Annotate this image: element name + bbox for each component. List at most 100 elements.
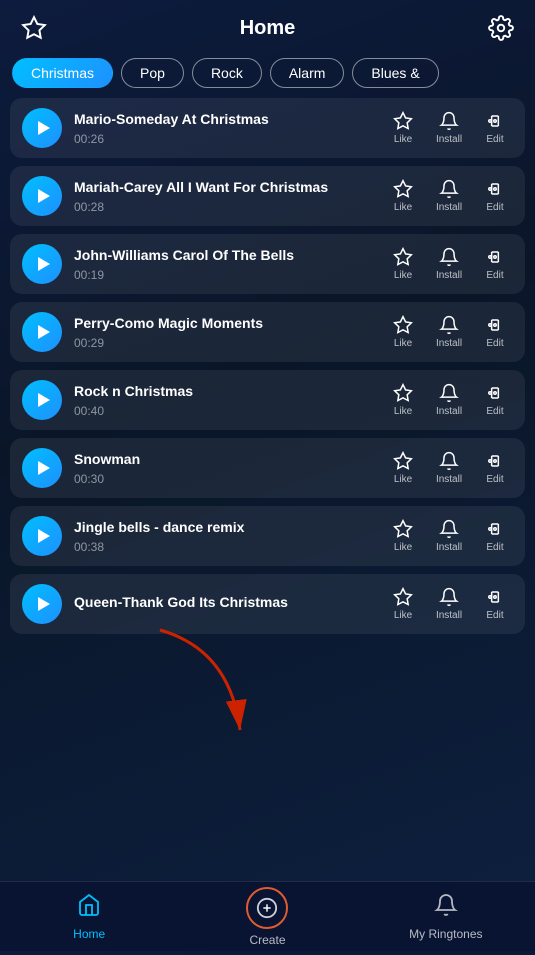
song-title: Rock n Christmas [74, 382, 373, 400]
home-label: Home [73, 927, 105, 941]
ringtones-icon [434, 893, 458, 923]
like-button[interactable]: Like [385, 247, 421, 281]
home-icon [77, 893, 101, 923]
song-info: Perry-Como Magic Moments 00:29 [74, 314, 373, 349]
install-label: Install [436, 134, 462, 145]
song-duration: 00:30 [74, 472, 373, 486]
install-label: Install [436, 610, 462, 621]
header: Home [0, 0, 535, 52]
like-button[interactable]: Like [385, 315, 421, 349]
nav-my-ringtones[interactable]: My Ringtones [357, 885, 535, 949]
like-button[interactable]: Like [385, 111, 421, 145]
install-button[interactable]: Install [431, 315, 467, 349]
install-button[interactable]: Install [431, 587, 467, 621]
edit-label: Edit [486, 338, 503, 349]
list-item: Rock n Christmas 00:40 Like Install Edit [10, 370, 525, 430]
install-button[interactable]: Install [431, 247, 467, 281]
like-label: Like [394, 202, 412, 213]
play-button[interactable] [22, 108, 62, 148]
install-button[interactable]: Install [431, 179, 467, 213]
edit-button[interactable]: Edit [477, 111, 513, 145]
install-label: Install [436, 338, 462, 349]
tab-blues[interactable]: Blues & [352, 58, 438, 88]
install-label: Install [436, 202, 462, 213]
create-icon [246, 887, 288, 929]
play-button[interactable] [22, 312, 62, 352]
song-title: Queen-Thank God Its Christmas [74, 593, 373, 611]
edit-button[interactable]: Edit [477, 587, 513, 621]
like-button[interactable]: Like [385, 587, 421, 621]
nav-home[interactable]: Home [0, 885, 178, 949]
install-button[interactable]: Install [431, 111, 467, 145]
list-item: Perry-Como Magic Moments 00:29 Like Inst… [10, 302, 525, 362]
edit-button[interactable]: Edit [477, 519, 513, 553]
install-button[interactable]: Install [431, 383, 467, 417]
page-title: Home [240, 17, 296, 40]
edit-button[interactable]: Edit [477, 179, 513, 213]
ringtones-label: My Ringtones [409, 927, 482, 941]
song-title: Snowman [74, 450, 373, 468]
tab-christmas[interactable]: Christmas [12, 58, 113, 88]
list-item: Queen-Thank God Its Christmas Like Insta… [10, 574, 525, 634]
song-title: Mariah-Carey All I Want For Christmas [74, 178, 373, 196]
like-label: Like [394, 542, 412, 553]
edit-button[interactable]: Edit [477, 383, 513, 417]
song-actions: Like Install Edit [385, 179, 513, 213]
edit-label: Edit [486, 134, 503, 145]
edit-button[interactable]: Edit [477, 451, 513, 485]
tab-rock[interactable]: Rock [192, 58, 262, 88]
song-actions: Like Install Edit [385, 451, 513, 485]
nav-create[interactable]: Create [178, 879, 356, 955]
bottom-navigation: Home Create My Ringtones [0, 881, 535, 951]
play-button[interactable] [22, 448, 62, 488]
tab-alarm[interactable]: Alarm [270, 58, 345, 88]
song-title: Mario-Someday At Christmas [74, 110, 373, 128]
list-item: Mario-Someday At Christmas 00:26 Like In… [10, 98, 525, 158]
song-actions: Like Install Edit [385, 247, 513, 281]
like-label: Like [394, 406, 412, 417]
like-button[interactable]: Like [385, 383, 421, 417]
install-button[interactable]: Install [431, 451, 467, 485]
category-tabs: Christmas Pop Rock Alarm Blues & [0, 52, 535, 98]
like-label: Like [394, 134, 412, 145]
install-button[interactable]: Install [431, 519, 467, 553]
play-button[interactable] [22, 176, 62, 216]
tab-pop[interactable]: Pop [121, 58, 184, 88]
settings-icon[interactable] [487, 14, 515, 42]
play-button[interactable] [22, 380, 62, 420]
song-duration: 00:40 [74, 404, 373, 418]
song-actions: Like Install Edit [385, 111, 513, 145]
play-button[interactable] [22, 244, 62, 284]
edit-label: Edit [486, 406, 503, 417]
song-duration: 00:29 [74, 336, 373, 350]
song-duration: 00:26 [74, 132, 373, 146]
song-actions: Like Install Edit [385, 383, 513, 417]
list-item: Snowman 00:30 Like Install Edit [10, 438, 525, 498]
song-duration: 00:19 [74, 268, 373, 282]
edit-label: Edit [486, 542, 503, 553]
song-info: Queen-Thank God Its Christmas [74, 593, 373, 614]
like-button[interactable]: Like [385, 451, 421, 485]
like-button[interactable]: Like [385, 519, 421, 553]
song-info: Mariah-Carey All I Want For Christmas 00… [74, 178, 373, 213]
install-label: Install [436, 542, 462, 553]
like-label: Like [394, 610, 412, 621]
song-title: Jingle bells - dance remix [74, 518, 373, 536]
install-label: Install [436, 406, 462, 417]
like-button[interactable]: Like [385, 179, 421, 213]
song-list: Mario-Someday At Christmas 00:26 Like In… [0, 98, 535, 871]
edit-label: Edit [486, 270, 503, 281]
play-button[interactable] [22, 516, 62, 556]
list-item: Mariah-Carey All I Want For Christmas 00… [10, 166, 525, 226]
like-label: Like [394, 338, 412, 349]
list-item: Jingle bells - dance remix 00:38 Like In… [10, 506, 525, 566]
edit-button[interactable]: Edit [477, 247, 513, 281]
like-label: Like [394, 474, 412, 485]
star-icon[interactable] [20, 14, 48, 42]
song-actions: Like Install Edit [385, 519, 513, 553]
song-duration: 00:28 [74, 200, 373, 214]
edit-label: Edit [486, 474, 503, 485]
play-button[interactable] [22, 584, 62, 624]
song-title: John-Williams Carol Of The Bells [74, 246, 373, 264]
edit-button[interactable]: Edit [477, 315, 513, 349]
